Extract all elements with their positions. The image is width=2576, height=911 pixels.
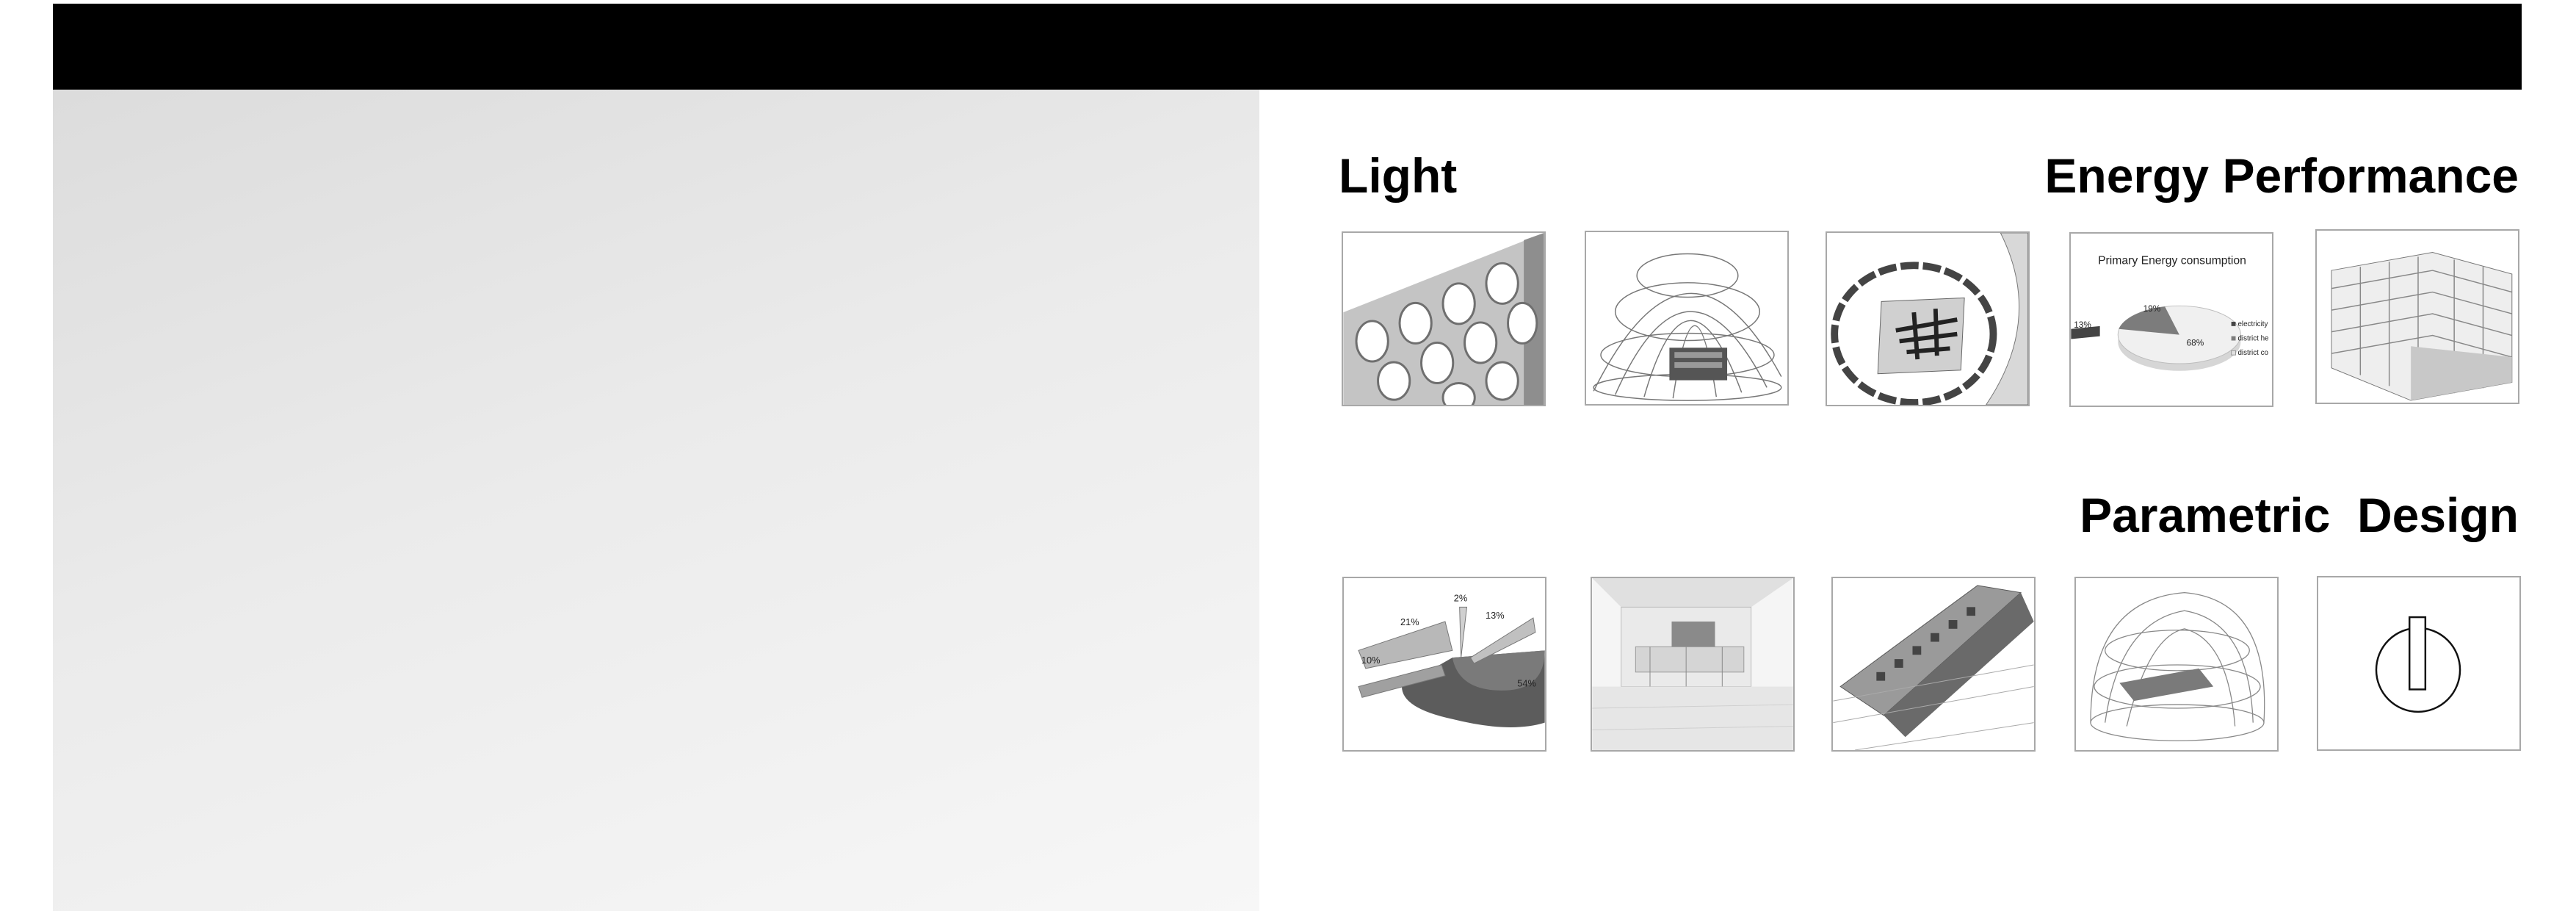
heading-light: Light: [1339, 148, 1458, 203]
gradient-panel: [53, 90, 1259, 911]
label-54: 54%: [1517, 677, 1536, 688]
parametric-symbol-image: [2375, 616, 2461, 713]
sun-path-image: [1831, 233, 2028, 405]
label-21: 21%: [1400, 616, 1419, 627]
legend-electricity: electricity: [2237, 320, 2268, 328]
solar-analysis-image: [2090, 592, 2265, 741]
legend-district-cooling: district co: [2237, 349, 2268, 357]
thumbnail-energy-pie-chart: Primary Energy consumption 19% 13% 68% e…: [2069, 232, 2273, 407]
chart-title: Primary Energy consumption: [2098, 254, 2246, 267]
header-bar: [53, 4, 2522, 90]
thumbnail-sun-path: [1826, 231, 2030, 406]
label-2: 2%: [1454, 592, 1467, 603]
perforated-panel-image: [1343, 233, 1544, 405]
sun-dome-image: [1593, 253, 1782, 401]
thumbnail-sun-dome: [1585, 231, 1789, 406]
building-model-image: [2331, 251, 2513, 401]
pie-slice-2: [1459, 606, 1468, 658]
thumbnail-roof-facade: [1831, 577, 2036, 752]
energy-pie-chart: Primary Energy consumption 19% 13% 68% e…: [2071, 254, 2269, 371]
interior-render-image: [1592, 578, 1793, 750]
label-10: 10%: [1361, 655, 1381, 666]
heading-energy-performance: Energy Performance: [2044, 148, 2519, 203]
page-margin: [0, 0, 53, 911]
roof-facade-image: [1833, 585, 2034, 750]
thumbnail-perforated-panel: [1342, 231, 1546, 406]
slice-label-13: 13%: [2074, 320, 2091, 330]
legend-swatch-district-heating: [2231, 336, 2236, 341]
legend-swatch-electricity: [2231, 321, 2236, 326]
thumbnail-building-model: [2315, 229, 2519, 404]
legend-district-heating: district he: [2237, 335, 2269, 343]
legend-swatch-district-cooling: [2231, 350, 2236, 356]
thumbnail-solar-analysis: [2074, 577, 2279, 752]
thumbnail-parametric-symbol: [2317, 576, 2521, 751]
slice-label-68: 68%: [2187, 338, 2204, 348]
label-13: 13%: [1486, 610, 1505, 621]
heading-parametric-design: Parametric Design: [2080, 488, 2519, 542]
thumbnail-exploded-pie-chart: 2% 21% 13% 10% 54%: [1342, 577, 1546, 752]
thumbnail-interior-render: [1591, 577, 1795, 752]
slice-label-19: 19%: [2143, 304, 2161, 314]
exploded-pie-chart: 2% 21% 13% 10% 54%: [1358, 592, 1545, 727]
